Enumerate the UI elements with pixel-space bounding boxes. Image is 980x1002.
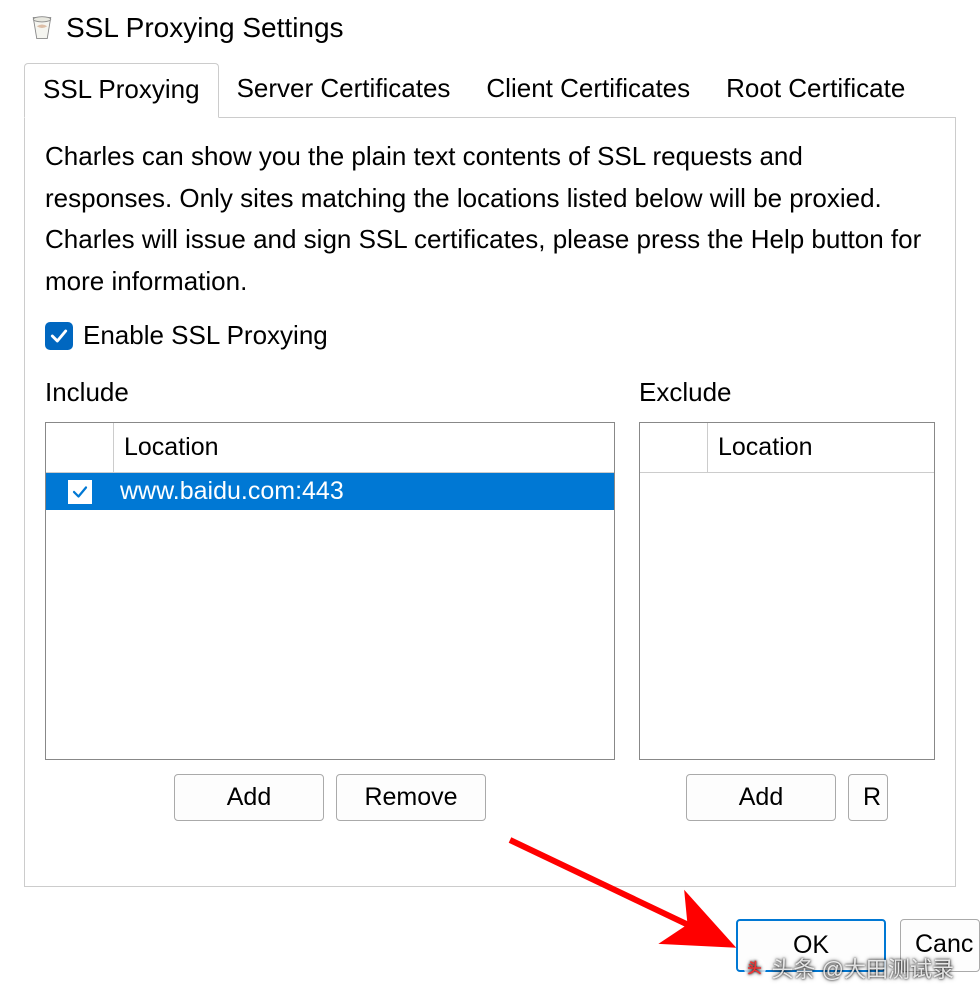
- enable-ssl-proxying-checkbox[interactable]: [45, 322, 73, 350]
- cancel-button[interactable]: Canc: [900, 919, 980, 972]
- ok-button[interactable]: OK: [736, 919, 886, 972]
- tab-server-certificates[interactable]: Server Certificates: [219, 63, 469, 118]
- include-row-checkbox[interactable]: [68, 480, 92, 504]
- include-remove-button[interactable]: Remove: [336, 774, 486, 821]
- tab-bar: SSL Proxying Server Certificates Client …: [24, 62, 956, 117]
- include-list-header: Location: [46, 423, 614, 473]
- exclude-list-header: Location: [640, 423, 934, 473]
- tab-root-certificate[interactable]: Root Certificate: [708, 63, 923, 118]
- tab-client-certificates[interactable]: Client Certificates: [468, 63, 708, 118]
- titlebar: SSL Proxying Settings: [0, 0, 980, 62]
- window-title: SSL Proxying Settings: [66, 12, 344, 44]
- exclude-section: Exclude Location Add R: [639, 377, 935, 821]
- exclude-label: Exclude: [639, 377, 935, 408]
- exclude-remove-button[interactable]: R: [848, 774, 888, 821]
- include-list[interactable]: Location www.baidu.com:443: [45, 422, 615, 760]
- include-add-button[interactable]: Add: [174, 774, 324, 821]
- exclude-header-location: Location: [708, 423, 934, 472]
- include-header-location: Location: [114, 423, 614, 472]
- exclude-list[interactable]: Location: [639, 422, 935, 760]
- enable-ssl-proxying-label: Enable SSL Proxying: [83, 320, 328, 351]
- tab-ssl-proxying[interactable]: SSL Proxying: [24, 63, 219, 118]
- include-label: Include: [45, 377, 615, 408]
- include-row-location: www.baidu.com:443: [114, 473, 614, 510]
- exclude-add-button[interactable]: Add: [686, 774, 836, 821]
- include-section: Include Location www.ba: [45, 377, 615, 821]
- description-text: Charles can show you the plain text cont…: [45, 136, 935, 302]
- include-row[interactable]: www.baidu.com:443: [46, 473, 614, 510]
- tab-content: Charles can show you the plain text cont…: [24, 117, 956, 887]
- app-icon: [28, 14, 56, 42]
